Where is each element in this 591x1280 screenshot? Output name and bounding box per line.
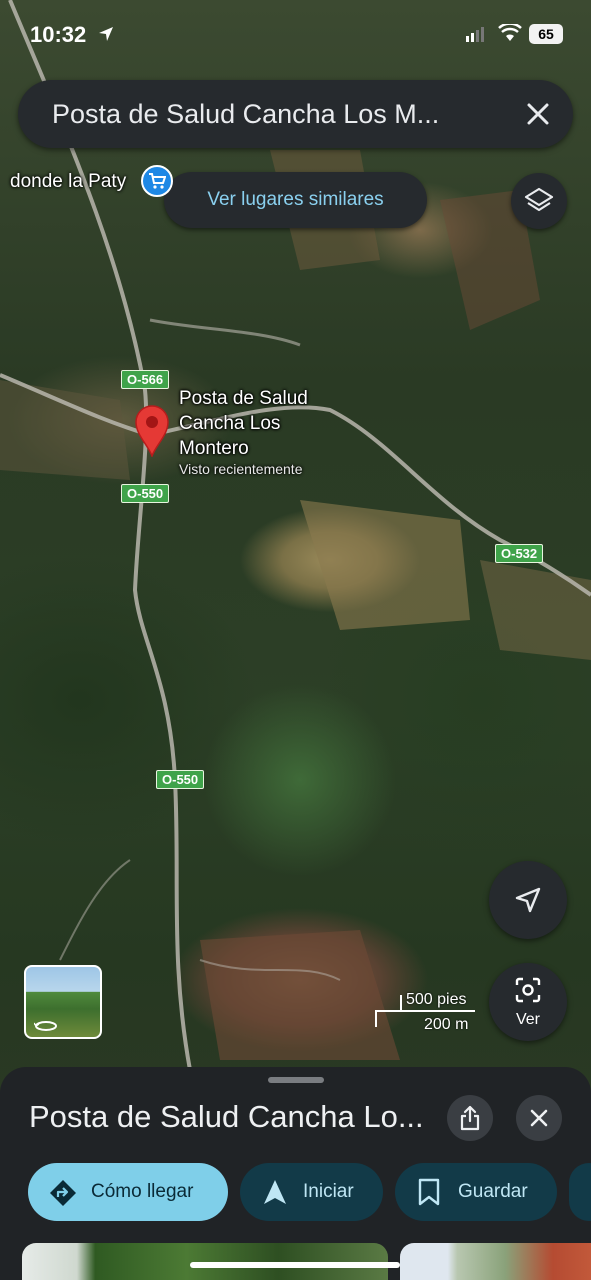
share-icon xyxy=(460,1105,480,1131)
lens-button[interactable]: Ver xyxy=(489,963,567,1041)
place-photo[interactable] xyxy=(400,1243,591,1280)
road-badge: O-550 xyxy=(121,484,170,503)
location-arrow-icon xyxy=(98,26,114,47)
navigation-icon xyxy=(515,887,541,913)
cart-icon xyxy=(149,173,166,189)
shop-pin[interactable] xyxy=(141,165,173,197)
road-badge: O-532 xyxy=(495,544,544,563)
sheet-title: Posta de Salud Cancha Lo... xyxy=(29,1099,424,1134)
signal-icon xyxy=(466,26,488,47)
street-view-thumbnail[interactable] xyxy=(24,965,102,1039)
search-query[interactable]: Posta de Salud Cancha Los M... xyxy=(52,99,439,130)
start-navigation-icon xyxy=(264,1180,286,1204)
bookmark-icon xyxy=(418,1178,440,1206)
poi-label[interactable]: donde la Paty xyxy=(10,171,126,193)
share-button[interactable] xyxy=(447,1095,493,1141)
scale-feet: 500 pies xyxy=(406,991,467,1008)
status-time: 10:32 xyxy=(30,22,87,47)
save-label: Guardar xyxy=(458,1181,528,1202)
search-bar[interactable]: Posta de Salud Cancha Los M... xyxy=(18,80,573,148)
map-scale: 500 pies 200 m xyxy=(375,991,475,1037)
place-label-line: Cancha Los xyxy=(179,413,281,434)
directions-icon xyxy=(50,1180,76,1206)
home-indicator[interactable] xyxy=(190,1262,400,1268)
close-icon xyxy=(530,1109,548,1127)
wifi-icon xyxy=(498,22,522,47)
close-sheet-button[interactable] xyxy=(516,1095,562,1141)
battery-icon: 65 xyxy=(529,24,563,44)
place-label[interactable]: Posta de Salud Cancha Los Montero xyxy=(179,386,308,461)
place-subtitle: Visto recientemente xyxy=(179,461,303,477)
more-actions-chip[interactable] xyxy=(569,1163,591,1221)
close-icon[interactable] xyxy=(521,97,555,131)
start-label: Iniciar xyxy=(303,1181,354,1202)
layers-button[interactable] xyxy=(511,173,567,229)
save-button[interactable]: Guardar xyxy=(395,1163,557,1221)
my-location-button[interactable] xyxy=(489,861,567,939)
directions-label: Cómo llegar xyxy=(91,1181,194,1202)
place-bottom-sheet[interactable]: Posta de Salud Cancha Lo... Cómo llegar … xyxy=(0,1067,591,1280)
map-pin-icon[interactable] xyxy=(134,405,170,462)
lens-icon xyxy=(515,977,541,1003)
similar-places-button[interactable]: Ver lugares similares xyxy=(164,172,427,228)
rotate-360-icon xyxy=(34,1021,57,1031)
road-badge: O-566 xyxy=(121,370,170,389)
sheet-drag-handle[interactable] xyxy=(268,1077,324,1083)
layers-icon xyxy=(524,187,554,212)
place-label-line: Montero xyxy=(179,438,249,459)
place-label-line: Posta de Salud xyxy=(179,388,308,409)
status-bar: 10:32 65 xyxy=(0,0,591,70)
road-badge: O-550 xyxy=(156,770,205,789)
scale-meters: 200 m xyxy=(424,1016,469,1033)
directions-button[interactable]: Cómo llegar xyxy=(28,1163,228,1221)
start-button[interactable]: Iniciar xyxy=(240,1163,383,1221)
lens-label: Ver xyxy=(515,1011,540,1028)
